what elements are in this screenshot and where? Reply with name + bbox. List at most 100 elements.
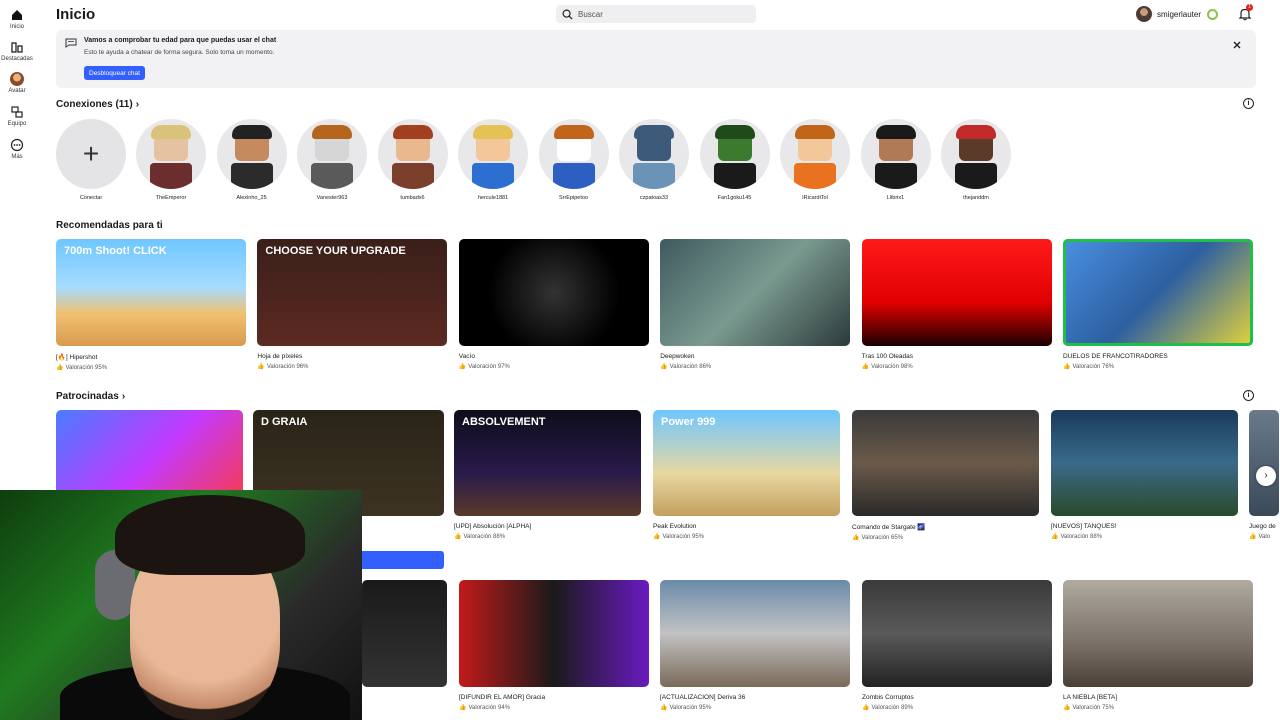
info-icon[interactable]: i — [1243, 98, 1254, 109]
game-title[interactable]: LA NIEBLA [BETA] — [1063, 694, 1253, 701]
notifications-button[interactable]: 1 — [1238, 4, 1253, 21]
user-avatar[interactable] — [1136, 6, 1152, 22]
user-menu[interactable]: smigerlauter — [1136, 6, 1219, 22]
avatar-hair — [634, 125, 674, 139]
game-rating: 👍 Valoración 97% — [459, 363, 649, 370]
game-thumbnail[interactable] — [862, 580, 1052, 687]
game-thumbnail[interactable] — [362, 580, 447, 687]
game-thumbnail[interactable] — [1063, 580, 1253, 687]
avatar-torso — [633, 163, 675, 189]
nav-home-label: Inicio — [9, 24, 24, 30]
play-button[interactable] — [362, 551, 444, 569]
game-thumbnail[interactable]: Power 999 — [653, 410, 840, 516]
avatar-torso — [472, 163, 514, 189]
home-icon — [12, 10, 22, 20]
game-thumbnail[interactable]: ABSOLVEMENT — [454, 410, 641, 516]
recommended-title: Recomendadas para ti — [56, 220, 163, 231]
game-card[interactable]: Vacío 👍 Valoración 97% — [458, 239, 649, 370]
game-thumbnail[interactable] — [660, 580, 850, 687]
game-title[interactable]: Comando de Stargate 🌌 — [852, 523, 1039, 531]
game-card[interactable] — [362, 580, 447, 687]
game-title[interactable]: Zombis Corruptos — [862, 694, 1052, 701]
game-thumbnail[interactable] — [861, 239, 1052, 346]
game-title[interactable]: [DIFUNDIR EL AMOR] Gracia — [459, 694, 649, 701]
game-thumbnail[interactable] — [1063, 239, 1253, 346]
game-title[interactable]: [ACTUALIZACIÓN] Deriva 36 — [660, 694, 850, 701]
game-title[interactable]: [NUEVOS] TANQUES! — [1051, 523, 1238, 530]
connection-item[interactable]: thejanddm — [941, 119, 1011, 201]
game-card[interactable]: CHOOSE YOUR UPGRADE Hoja de píxeles 👍 Valor… — [257, 239, 448, 370]
game-title[interactable]: Hoja de píxeles — [257, 353, 447, 360]
game-card[interactable]: [ACTUALIZACIÓN] Deriva 36 👍 Valoración 95% — [660, 580, 850, 711]
connection-item[interactable]: IRicardiTol — [780, 119, 850, 201]
nav-groups[interactable]: Equipo — [0, 105, 34, 127]
game-card[interactable]: 700m Shoot! CLICK [🔥] Hipershot 👍 Valoració… — [56, 239, 246, 371]
connection-item[interactable]: tumbadx6 — [377, 119, 448, 201]
nav-charts[interactable]: Destacadas — [0, 40, 34, 62]
game-title[interactable]: Deepwoken — [660, 353, 850, 360]
game-title[interactable]: DUELOS DE FRANCOTIRADORES — [1063, 353, 1253, 360]
game-title[interactable]: Juego de — [1249, 523, 1279, 530]
game-card[interactable]: Power 999 Peak Evolution 👍 Valoración 95% — [653, 410, 840, 540]
info-icon[interactable]: i — [1243, 390, 1254, 401]
sponsored-header[interactable]: Patrocinadas › — [56, 391, 125, 402]
game-thumbnail[interactable] — [1051, 410, 1238, 516]
game-thumbnail[interactable]: 700m Shoot! CLICK — [56, 239, 246, 346]
connection-avatar — [538, 119, 609, 189]
game-thumbnail[interactable] — [1249, 410, 1279, 516]
game-thumbnail[interactable] — [458, 239, 649, 346]
connection-item[interactable]: Vanester963 — [297, 119, 367, 201]
avatar-icon — [10, 72, 24, 86]
robux-icon[interactable] — [1207, 8, 1219, 20]
game-card[interactable]: LA NIEBLA [BETA] 👍 Valoración 75% — [1063, 580, 1253, 711]
username[interactable]: smigerlauter — [1157, 10, 1201, 19]
game-title[interactable]: [UPD] Absolución [ALPHA] — [454, 523, 641, 530]
avatar-torso — [713, 163, 756, 189]
game-thumbnail[interactable]: CHOOSE YOUR UPGRADE — [257, 239, 448, 346]
connection-item[interactable]: TheEmperor — [136, 119, 206, 201]
game-card[interactable]: Deepwoken 👍 Valoración 86% — [660, 239, 851, 370]
carousel-next-button[interactable]: › — [1256, 466, 1276, 486]
connection-item[interactable]: czpatoas33 — [619, 119, 689, 201]
nav-more[interactable]: Más — [0, 138, 34, 160]
close-icon[interactable] — [1232, 40, 1242, 50]
add-connection[interactable]: + Conectar — [56, 119, 126, 201]
notification-badge: 1 — [1246, 4, 1253, 11]
search-input[interactable] — [578, 9, 738, 19]
game-thumbnail[interactable] — [660, 239, 851, 346]
game-card[interactable]: Comando de Stargate 🌌 👍 Valoración 65% — [852, 410, 1039, 541]
nav-charts-label: Destacadas — [1, 56, 33, 62]
connection-name: Fan1goku145 — [717, 195, 752, 201]
game-card[interactable]: [DIFUNDIR EL AMOR] Gracia 👍 Valoración 94% — [459, 580, 649, 711]
avatar-torso — [311, 163, 353, 189]
game-title[interactable]: Tras 100 Oleadas — [862, 353, 1052, 360]
nav-home[interactable]: Inicio — [0, 8, 34, 30]
game-title[interactable]: Peak Evolution — [653, 523, 840, 530]
connection-item[interactable]: SrrEpipetoo — [538, 119, 609, 201]
search-bar[interactable] — [556, 5, 756, 23]
nav-avatar[interactable]: Avatar — [0, 72, 34, 94]
game-title[interactable]: Vacío — [459, 353, 649, 360]
game-thumbnail[interactable] — [852, 410, 1039, 516]
connection-item[interactable]: Alexinho_25 — [216, 119, 287, 201]
game-card[interactable]: ABSOLVEMENT [UPD] Absolución [ALPHA] 👍 Valo… — [454, 410, 641, 540]
connection-item[interactable]: hercule1881 — [458, 119, 528, 201]
rating-text: Valoración 88% — [463, 534, 506, 540]
connection-name: TheEmperor — [155, 195, 187, 201]
search-icon — [562, 9, 573, 20]
game-card[interactable]: DUELOS DE FRANCOTIRADORES 👍 Valoración 76% — [1063, 239, 1253, 370]
thumbs-up-icon: 👍 — [454, 534, 462, 540]
rating-text: Valoración 95% — [65, 365, 108, 371]
game-card[interactable]: Tras 100 Oleadas 👍 Valoración 98% — [861, 239, 1052, 370]
game-title[interactable]: [🔥] Hipershot — [56, 353, 246, 361]
unlock-chat-button[interactable]: Desbloquear chat — [84, 66, 145, 80]
connection-item[interactable]: Llibrix1 — [860, 119, 931, 201]
game-card[interactable]: [NUEVOS] TANQUES! 👍 Valoración 88% — [1051, 410, 1238, 540]
connection-avatar — [136, 119, 206, 189]
avatar-torso — [391, 163, 434, 189]
thumbs-up-icon: 👍 — [653, 534, 661, 540]
connection-item[interactable]: Fan1goku145 — [699, 119, 770, 201]
game-thumbnail[interactable] — [459, 580, 649, 687]
game-card[interactable]: Zombis Corruptos 👍 Valoración 89% — [862, 580, 1052, 711]
connections-header[interactable]: Conexiones (11) › — [56, 99, 139, 110]
